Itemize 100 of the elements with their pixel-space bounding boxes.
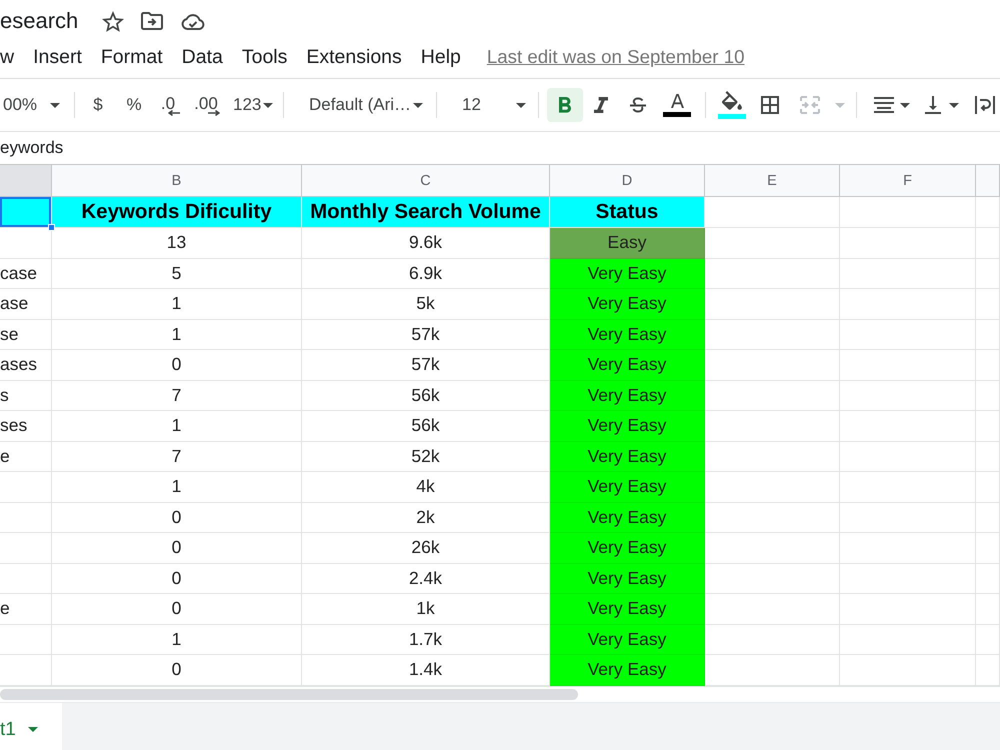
right-arrow-icon (208, 110, 220, 116)
menu-item[interactable]: Tools (242, 45, 288, 69)
table-cell: 6.9k (302, 258, 550, 289)
table-cell: 57k (302, 320, 550, 350)
merge-cells-icon (800, 96, 820, 114)
zoom-dropdown[interactable]: 00% (0, 88, 66, 122)
menu-item[interactable]: Format (100, 45, 163, 69)
percent-button[interactable]: % (113, 88, 155, 122)
table-cell: 1 (52, 624, 302, 655)
table-cell: ses (0, 411, 52, 442)
sheet-tab[interactable]: t1 (0, 703, 62, 750)
table-cell: e (0, 442, 52, 472)
table-cell: 2k (302, 502, 550, 533)
table-cell: 1 (52, 320, 302, 350)
text-color-icon (670, 94, 684, 108)
table-cell: 1.4k (302, 655, 550, 686)
star-icon[interactable] (102, 10, 124, 32)
table-cell: 5k (302, 289, 550, 320)
font-dropdown[interactable]: Default (Ari… (292, 88, 428, 122)
status-cell: Very Easy (550, 350, 705, 380)
status-cell: Very Easy (550, 533, 705, 564)
table-cell: 1.7k (302, 624, 550, 655)
font-size-dropdown[interactable]: 12 (445, 88, 530, 122)
caret-icon (263, 102, 273, 108)
table-cell (976, 502, 1000, 533)
header-cell: Status (550, 197, 705, 228)
status-cell: Very Easy (550, 472, 705, 502)
menu-item[interactable]: Help (420, 45, 461, 69)
caret-icon (900, 102, 910, 108)
table-cell: s (0, 380, 52, 411)
text-wrap-icon (975, 96, 995, 114)
cloud-check-icon[interactable] (181, 12, 206, 30)
table-cell: e (0, 594, 52, 624)
folder-arrow-icon[interactable] (141, 12, 164, 30)
table-cell (976, 320, 1000, 350)
column-header[interactable]: F (840, 165, 976, 197)
table-cell (976, 197, 1000, 228)
table-cell (976, 624, 1000, 655)
table-cell: 5 (52, 258, 302, 289)
table-cell: 7 (52, 442, 302, 472)
table-cell: 52k (302, 442, 550, 472)
table-cell: ase (0, 289, 52, 320)
table-cell: 0 (52, 502, 302, 533)
table-cell: 56k (302, 380, 550, 411)
table-cell: 4k (302, 472, 550, 502)
table-cell: 0 (52, 655, 302, 686)
text-align-icon (874, 97, 894, 113)
left-arrow-icon (168, 110, 180, 116)
table-cell: 57k (302, 350, 550, 380)
menu-item[interactable]: w (0, 45, 14, 69)
caret-icon (835, 102, 845, 108)
column-header[interactable]: D (550, 165, 705, 197)
table-cell: 56k (302, 411, 550, 442)
caret-icon (50, 102, 60, 108)
table-cell (976, 442, 1000, 472)
table-cell (0, 502, 52, 533)
bold-button[interactable] (547, 88, 583, 122)
table-cell: ases (0, 350, 52, 380)
table-cell: se (0, 320, 52, 350)
caret-icon (516, 102, 526, 108)
status-cell: Very Easy (550, 655, 705, 686)
scrollbar[interactable] (0, 689, 578, 700)
table-cell (976, 594, 1000, 624)
currency-button[interactable]: $ (83, 88, 113, 122)
table-cell (976, 380, 1000, 411)
decrease-decimal-button[interactable]: .0 (155, 88, 181, 122)
table-cell: 13 (52, 228, 302, 258)
column-header[interactable]: B (52, 165, 302, 197)
strikethrough-icon (629, 96, 647, 114)
table-cell: 2.4k (302, 564, 550, 594)
menu-item[interactable]: Data (182, 45, 223, 69)
header-cell: Keywords Dificulity (52, 197, 302, 228)
document-title[interactable]: esearch (0, 8, 78, 34)
number-format-dropdown[interactable]: 123 (231, 88, 275, 122)
formula-bar-field[interactable]: eywords (0, 131, 1000, 164)
header-cell: Monthly Search Volume (302, 197, 550, 228)
table-cell: 0 (52, 350, 302, 380)
column-header[interactable]: E (705, 165, 840, 197)
status-cell: Very Easy (550, 564, 705, 594)
table-cell: 7 (52, 380, 302, 411)
table-cell: 0 (52, 533, 302, 564)
table-cell: 1 (52, 472, 302, 502)
column-header[interactable]: C (302, 165, 550, 197)
table-cell (0, 564, 52, 594)
status-cell: Very Easy (550, 289, 705, 320)
status-cell: Very Easy (550, 320, 705, 350)
fill-handle[interactable] (48, 224, 55, 231)
table-cell: 0 (52, 594, 302, 624)
caret-icon (949, 102, 959, 108)
menu-item[interactable]: Insert (33, 45, 82, 69)
table-cell (976, 228, 1000, 258)
table-cell (976, 533, 1000, 564)
table-cell (976, 472, 1000, 502)
increase-decimal-button[interactable]: .00 (181, 88, 231, 122)
italic-icon (594, 96, 608, 114)
paint-bucket-icon (722, 91, 742, 110)
table-cell (976, 258, 1000, 289)
menu-item[interactable]: Extensions (306, 45, 402, 69)
last-edit-link[interactable]: Last edit was on September 10 (486, 45, 745, 69)
table-cell: 1k (302, 594, 550, 624)
